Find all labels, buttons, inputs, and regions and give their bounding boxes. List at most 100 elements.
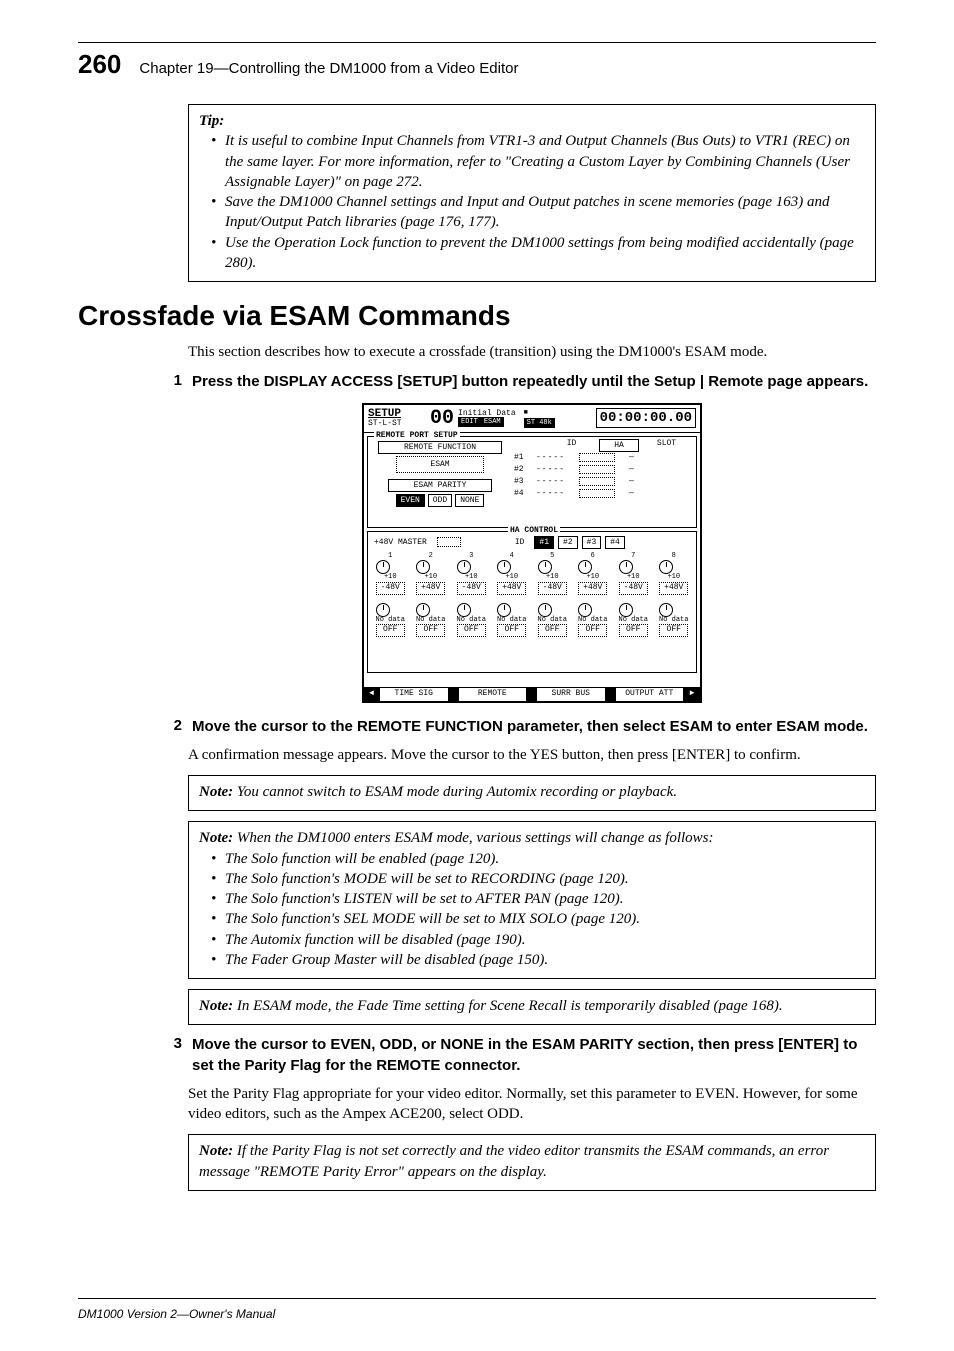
note-label: Note:: [199, 998, 233, 1014]
pan-knob: [659, 603, 673, 617]
phantom-btn: -48V: [376, 582, 405, 595]
gain-knob: [659, 560, 673, 574]
knob-num: 7: [619, 553, 648, 561]
off-btn: OFF: [578, 624, 607, 637]
note-item: The Solo function's MODE will be set to …: [211, 869, 865, 889]
knob-num: 1: [376, 553, 405, 561]
ha-em: —: [629, 489, 634, 498]
knob-label: No data: [376, 617, 405, 625]
note-item: The Solo function's LISTEN will be set t…: [211, 889, 865, 909]
step-body: Set the Parity Flag appropriate for your…: [188, 1084, 876, 1125]
step-text: Press the DISPLAY ACCESS [SETUP] button …: [192, 372, 868, 392]
id-tab: #2: [558, 536, 578, 549]
phantom-btn: +48V: [497, 582, 526, 595]
tip-label: Tip:: [199, 113, 224, 129]
gain-knob: [497, 560, 511, 574]
ha-em: —: [629, 477, 634, 486]
ha-row-id: #2: [514, 465, 532, 474]
note-label: Note:: [199, 784, 233, 800]
gain-knob: [619, 560, 633, 574]
knob-label: No data: [578, 617, 607, 625]
id-label: ID: [515, 538, 525, 547]
ha-row-id: #4: [514, 489, 532, 498]
page-header: 260 Chapter 19—Controlling the DM1000 fr…: [78, 49, 876, 80]
esam-value: ESAM: [396, 456, 484, 473]
lcd-tab: REMOTE: [459, 688, 528, 701]
chapter-title: Chapter 19—Controlling the DM1000 from a…: [139, 60, 518, 77]
lcd-section-label: HA CONTROL: [508, 526, 560, 535]
knob-label: No data: [538, 617, 567, 625]
lcd-edit-badge: EDIT: [458, 417, 481, 427]
gain-knob: [538, 560, 552, 574]
master-label: +48V MASTER: [374, 538, 427, 547]
gain-knob: [416, 560, 430, 574]
knob-val: +10: [497, 574, 526, 582]
parity-odd: ODD: [428, 494, 452, 507]
id-tab: #3: [582, 536, 602, 549]
knob-val: +10: [416, 574, 445, 582]
lcd-title: SETUP: [368, 409, 426, 420]
step-3: 3 Move the cursor to EVEN, ODD, or NONE …: [168, 1035, 876, 1076]
ha-slot-field: [579, 453, 615, 462]
ha-dash: -----: [536, 465, 565, 474]
phantom-btn: -48V: [619, 582, 648, 595]
knob-num: 3: [457, 553, 486, 561]
knob-val: +10: [457, 574, 486, 582]
note-label: Note:: [199, 830, 233, 846]
knob-val: +10: [578, 574, 607, 582]
note-item: The Automix function will be disabled (p…: [211, 930, 865, 950]
ha-em: —: [629, 453, 634, 462]
pan-knob: [416, 603, 430, 617]
note-label: Note:: [199, 1143, 233, 1159]
id-tab: #1: [534, 536, 554, 549]
lcd-tab: OUTPUT ATT: [616, 688, 685, 701]
note-box: Note: In ESAM mode, the Fade Time settin…: [188, 989, 876, 1025]
gain-knob: [578, 560, 592, 574]
step-text: Move the cursor to the REMOTE FUNCTION p…: [192, 717, 868, 737]
tab-arrow-left: ◄: [364, 688, 380, 701]
tab-sep: [449, 688, 459, 701]
note-box: Note: When the DM1000 enters ESAM mode, …: [188, 821, 876, 979]
ha-header: HA: [599, 439, 639, 452]
ha-slot-field: [579, 489, 615, 498]
pan-knob: [538, 603, 552, 617]
lcd-tab: SURR BUS: [537, 688, 606, 701]
tab-arrow-right: ►: [684, 688, 700, 701]
knob-num: 2: [416, 553, 445, 561]
knob-label: No data: [659, 617, 688, 625]
knob-num: 6: [578, 553, 607, 561]
lcd-scene-num: 00: [430, 407, 454, 430]
ha-slot-field: [579, 465, 615, 474]
ha-slot-field: [579, 477, 615, 486]
ha-dash: -----: [536, 453, 565, 462]
knob-num: 5: [538, 553, 567, 561]
pan-knob: [619, 603, 633, 617]
note-box: Note: You cannot switch to ESAM mode dur…: [188, 775, 876, 811]
ha-em: —: [629, 465, 634, 474]
step-number: 3: [168, 1035, 182, 1076]
step-number: 2: [168, 717, 182, 737]
knob-label: No data: [497, 617, 526, 625]
pan-knob: [457, 603, 471, 617]
pan-knob: [578, 603, 592, 617]
pan-knob: [376, 603, 390, 617]
off-btn: OFF: [457, 624, 486, 637]
off-btn: OFF: [538, 624, 567, 637]
lcd-esam-badge: ESAM: [481, 417, 504, 427]
tab-sep: [527, 688, 537, 701]
phantom-btn: +48V: [578, 582, 607, 595]
note-text: You cannot switch to ESAM mode during Au…: [237, 784, 677, 800]
tip-item: Save the DM1000 Channel settings and Inp…: [211, 192, 865, 233]
knob-val: +10: [538, 574, 567, 582]
footer-text: DM1000 Version 2—Owner's Manual: [78, 1307, 275, 1321]
knob-val: +10: [659, 574, 688, 582]
knob-num: 8: [659, 553, 688, 561]
gain-knob: [457, 560, 471, 574]
master-field: [437, 537, 461, 547]
note-lead: When the DM1000 enters ESAM mode, variou…: [237, 830, 714, 846]
remote-function-label: REMOTE FUNCTION: [378, 441, 502, 454]
knob-num: 4: [497, 553, 526, 561]
knob-label: No data: [619, 617, 648, 625]
parity-even: EVEN: [396, 494, 425, 507]
lcd-tab: TIME SIG: [380, 688, 449, 701]
